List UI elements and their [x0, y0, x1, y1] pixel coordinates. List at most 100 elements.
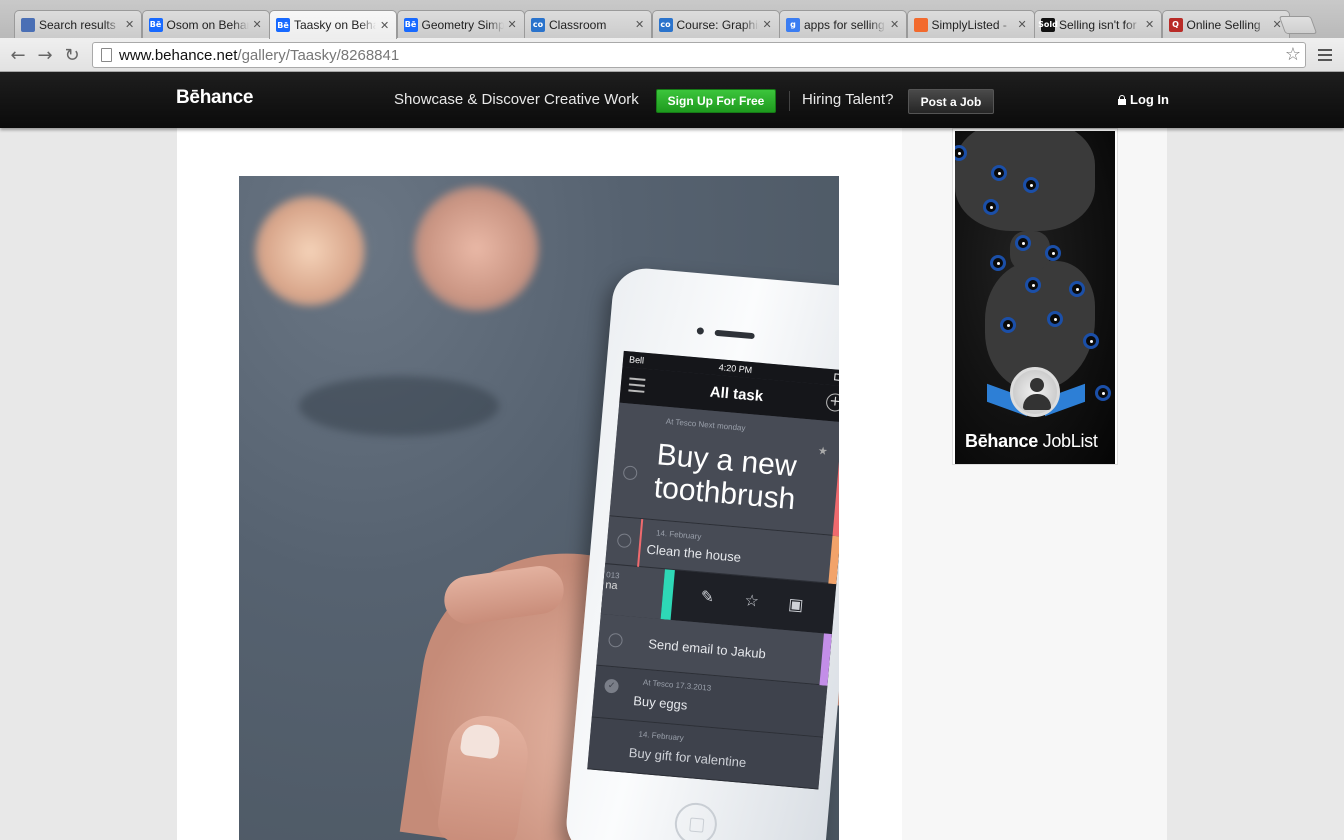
url-path: /gallery/Taasky/8268841 [237, 47, 400, 64]
task-title: Buy eggs [632, 693, 689, 713]
priority-stripe [637, 519, 644, 568]
map-pin-icon [991, 165, 1007, 181]
browser-tab[interactable]: BēOsom on Behance ✕ [141, 10, 270, 38]
project-image[interactable]: Bell 4:20 PM All task + At Tesco Next mo… [239, 176, 839, 840]
priority-stripe [819, 633, 832, 686]
map-pin-icon [1045, 245, 1061, 261]
user-badge-icon [1010, 367, 1060, 417]
task-meta: 14. February [655, 528, 702, 542]
task-title: Buy a new toothbrush [652, 438, 798, 517]
log-in-link[interactable]: Log In [1118, 92, 1169, 107]
close-icon[interactable]: ✕ [635, 18, 645, 31]
status-time: 4:20 PM [718, 362, 753, 376]
map-pin-icon [1023, 177, 1039, 193]
tab-title: apps for selling [804, 17, 885, 32]
camera-dot [696, 327, 705, 335]
browser-tab[interactable]: Sold Selling isn't for ✕ [1034, 10, 1162, 38]
map-pin-icon [983, 199, 999, 215]
forward-arrow-icon[interactable]: → [33, 43, 57, 67]
sold-icon: Sold [1038, 17, 1058, 32]
task-item: At Tesco Next monday Buy a new toothbrus… [609, 402, 839, 537]
speaker-slot [714, 329, 755, 340]
bokeh-light [414, 186, 539, 311]
coursera-icon: co [531, 17, 545, 32]
map-pin-icon [990, 255, 1006, 271]
task-title: Buy gift for valentine [628, 744, 747, 771]
map-pin-icon [1015, 235, 1031, 251]
browser-toolbar: ← → ↻ www.behance.net/gallery/Taasky/826… [0, 38, 1344, 72]
browser-tab-strip: Search results✕BēOsom on Behance✕BēTaask… [0, 0, 1344, 39]
battery-icon [834, 373, 839, 382]
bokeh-light [255, 196, 365, 306]
close-icon[interactable]: ✕ [508, 18, 518, 31]
lock-icon [1118, 94, 1126, 105]
joblist-ad[interactable]: Bēhance JobList [952, 128, 1118, 465]
check-icon: ✓ [603, 678, 620, 694]
pencil-icon: ✎ [699, 586, 715, 607]
url-text[interactable]: www.behance.net/gallery/Taasky/8268841 [119, 47, 399, 64]
header-divider [789, 91, 790, 111]
close-icon[interactable]: ✕ [380, 19, 390, 32]
iphone: Bell 4:20 PM All task + At Tesco Next mo… [563, 265, 839, 840]
tab-title: Classroom [549, 17, 607, 32]
url-host: www.behance.net [119, 47, 238, 64]
close-icon[interactable]: ✕ [253, 18, 263, 31]
browser-tab[interactable]: SimplyListed - ✕ [906, 10, 1035, 38]
joblist-ad-map: Bēhance JobList [955, 131, 1115, 464]
tab-title: SimplyListed - [931, 17, 1007, 32]
tab-title: Course: Graphic [676, 17, 759, 32]
blur-shape [299, 376, 499, 436]
browser-tab[interactable]: Q Online Selling ✕ [1161, 10, 1290, 38]
address-bar[interactable]: www.behance.net/gallery/Taasky/8268841 ☆ [92, 42, 1306, 68]
post-job-button[interactable]: Post a Job [908, 89, 994, 114]
browser-tab[interactable]: Bē Taasky on Behance ✕ [269, 10, 397, 39]
priority-stripe [828, 535, 839, 585]
tab-title: Osom on Behance [166, 17, 249, 32]
behance-icon: Bē [403, 17, 418, 32]
behance-header: Bēhance Showcase & Discover Creative Wor… [0, 72, 1344, 128]
map-pin-icon [1025, 277, 1041, 293]
tab-title: Taasky on Behance [294, 18, 376, 32]
map-pin-icon [1000, 317, 1016, 333]
browser-tab[interactable]: Search results ✕ [14, 10, 142, 38]
behance-logo[interactable]: Bēhance [176, 87, 253, 109]
tab-title: Selling isn't for [1059, 17, 1137, 32]
behance-icon: Bē [148, 17, 163, 32]
star-icon: ★ [817, 444, 829, 459]
bookmark-star-icon[interactable]: ☆ [1285, 44, 1301, 65]
phone-screen: Bell 4:20 PM All task + At Tesco Next mo… [587, 350, 839, 790]
hiring-label: Hiring Talent? [802, 91, 894, 108]
close-icon[interactable]: ✕ [125, 18, 135, 31]
tag-icon [913, 17, 928, 32]
tab-title: Online Selling [1186, 17, 1261, 32]
browser-tab[interactable]: BēGeometry Simple ✕ [396, 10, 525, 38]
menu-icon[interactable] [1318, 49, 1332, 61]
trash-icon: ▣ [787, 594, 805, 615]
new-tab-button[interactable] [1278, 16, 1318, 34]
browser-tab[interactable]: co Classroom ✕ [524, 10, 652, 38]
map-pin-icon [1083, 333, 1099, 349]
joblist-brand: Bēhance JobList [965, 431, 1098, 452]
swiped-task: 013 na [587, 560, 665, 620]
browser-tab[interactable]: g apps for selling ✕ [779, 10, 907, 38]
reload-icon[interactable]: ↻ [60, 43, 84, 67]
map-pin-icon [1047, 311, 1063, 327]
task-title: Send email to Jakub [647, 636, 767, 662]
thumbnail-nail [459, 722, 502, 760]
sign-up-button[interactable]: Sign Up For Free [656, 89, 776, 113]
page-icon [101, 48, 112, 62]
behance-search-icon [21, 17, 35, 32]
close-icon[interactable]: ✕ [890, 18, 900, 31]
joblist-brand-light: JobList [1042, 431, 1098, 451]
back-arrow-icon[interactable]: ← [6, 43, 30, 67]
close-icon[interactable]: ✕ [763, 18, 773, 31]
task-title: Clean the house [645, 541, 742, 565]
checkbox-circle [622, 465, 638, 481]
close-icon[interactable]: ✕ [1145, 18, 1155, 31]
tagline: Showcase & Discover Creative Work [394, 91, 639, 108]
checkbox-circle [607, 632, 624, 648]
home-button [673, 801, 719, 840]
close-icon[interactable]: ✕ [1018, 18, 1028, 31]
checkbox-circle [616, 533, 632, 549]
browser-tab[interactable]: co Course: Graphic ✕ [651, 10, 780, 38]
